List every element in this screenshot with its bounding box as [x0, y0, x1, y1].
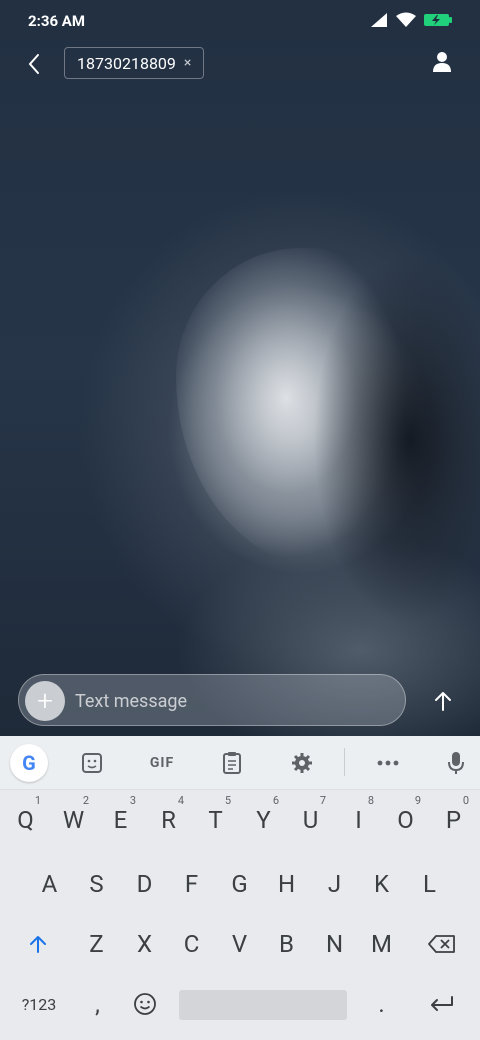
chevron-left-icon	[28, 54, 39, 74]
period-key[interactable]: .	[358, 976, 405, 1032]
key-row-2: A S D F G H J K L	[0, 856, 480, 916]
backspace-key[interactable]	[418, 916, 465, 972]
emoji-key[interactable]	[121, 976, 168, 1032]
key-v[interactable]: V	[216, 916, 263, 972]
key-h[interactable]: H	[263, 856, 310, 912]
key-d[interactable]: D	[121, 856, 168, 912]
settings-gear-icon	[292, 753, 312, 773]
contact-button[interactable]	[428, 48, 456, 76]
key-u-hint: 7	[319, 794, 326, 807]
gif-button[interactable]: GIF	[140, 744, 184, 782]
emoji-icon	[133, 993, 156, 1015]
status-time: 2:36 AM	[28, 12, 85, 30]
wifi-icon	[396, 12, 416, 27]
key-w-hint: 2	[82, 794, 89, 807]
key-r[interactable]: R4	[145, 792, 192, 848]
status-icons	[370, 12, 452, 28]
shift-key[interactable]	[14, 916, 61, 972]
key-e-hint: 3	[129, 794, 136, 807]
mic-icon	[448, 752, 464, 774]
soft-keyboard: G GIF Q 1 W 2 E 3 R 4 T 5 Y 6 U 7 I 8 O …	[0, 736, 480, 1040]
recipient-chip[interactable]: 18730218809 ×	[64, 47, 205, 79]
key-q[interactable]: Q1	[2, 792, 49, 848]
key-t-hint: 5	[224, 794, 231, 807]
key-y[interactable]: Y6	[240, 792, 287, 848]
key-i-hint: 8	[367, 794, 374, 807]
key-o-hint: 9	[414, 794, 421, 807]
key-s[interactable]: S	[73, 856, 120, 912]
spacebar-key[interactable]	[179, 990, 347, 1020]
key-m[interactable]: M	[358, 916, 405, 972]
voice-input-button[interactable]	[434, 744, 478, 782]
message-composer: +	[18, 674, 406, 727]
key-x[interactable]: X	[121, 916, 168, 972]
signal-icon	[371, 13, 387, 27]
enter-icon	[430, 996, 453, 1011]
key-i[interactable]: I8	[335, 792, 382, 848]
key-a[interactable]: A	[26, 856, 73, 912]
sticker-button[interactable]	[70, 744, 114, 782]
comma-key[interactable]: ,	[74, 976, 121, 1032]
background-hair-shadow	[260, 200, 480, 660]
arrow-up-icon	[435, 692, 451, 711]
enter-key[interactable]	[418, 976, 465, 1032]
key-l[interactable]: L	[406, 856, 453, 912]
key-p-hint: 0	[462, 794, 469, 807]
key-o[interactable]: O9	[382, 792, 429, 848]
shift-icon	[29, 936, 46, 953]
toolbar-divider	[344, 748, 345, 776]
backspace-icon	[427, 935, 455, 953]
key-b[interactable]: B	[263, 916, 310, 972]
key-y-hint: 6	[272, 794, 279, 807]
clipboard-icon	[223, 752, 241, 774]
remove-recipient-button[interactable]: ×	[184, 55, 191, 71]
key-q-hint: 1	[34, 794, 41, 807]
key-u[interactable]: U7	[287, 792, 334, 848]
sticker-icon	[82, 753, 102, 773]
key-n[interactable]: N	[311, 916, 358, 972]
key-r-hint: 4	[177, 794, 184, 807]
plus-icon: +	[37, 684, 53, 717]
key-k[interactable]: K	[358, 856, 405, 912]
google-g-icon: G	[22, 751, 36, 775]
gif-label: GIF	[149, 755, 175, 771]
key-p[interactable]: P0	[430, 792, 477, 848]
clipboard-button[interactable]	[210, 744, 254, 782]
message-input[interactable]	[75, 675, 395, 727]
conversation-header: 18730218809 ×	[0, 44, 480, 84]
person-icon	[433, 52, 451, 72]
key-e[interactable]: E3	[97, 792, 144, 848]
battery-charging-icon	[424, 14, 452, 26]
status-bar: 2:36 AM	[0, 0, 480, 44]
more-icon	[377, 760, 399, 766]
settings-button[interactable]	[280, 744, 324, 782]
more-options-button[interactable]	[366, 744, 410, 782]
google-search-button[interactable]: G	[10, 744, 48, 782]
send-button[interactable]	[424, 682, 462, 720]
key-f[interactable]: F	[168, 856, 215, 912]
back-button[interactable]	[18, 48, 50, 80]
key-t[interactable]: T5	[192, 792, 239, 848]
key-j[interactable]: J	[311, 856, 358, 912]
key-row-3: Z X C V B N M	[0, 916, 480, 976]
recipient-number: 18730218809	[77, 53, 176, 73]
key-g[interactable]: G	[216, 856, 263, 912]
key-w[interactable]: W2	[50, 792, 97, 848]
key-c[interactable]: C	[168, 916, 215, 972]
key-z[interactable]: Z	[73, 916, 120, 972]
symbols-key[interactable]: ?123	[14, 976, 64, 1032]
key-row-1: Q1 W2 E3 R4 T5 Y6 U7 I8 O9 P0	[0, 792, 480, 852]
keyboard-toolbar: G GIF	[0, 736, 480, 790]
add-attachment-button[interactable]: +	[25, 681, 65, 721]
